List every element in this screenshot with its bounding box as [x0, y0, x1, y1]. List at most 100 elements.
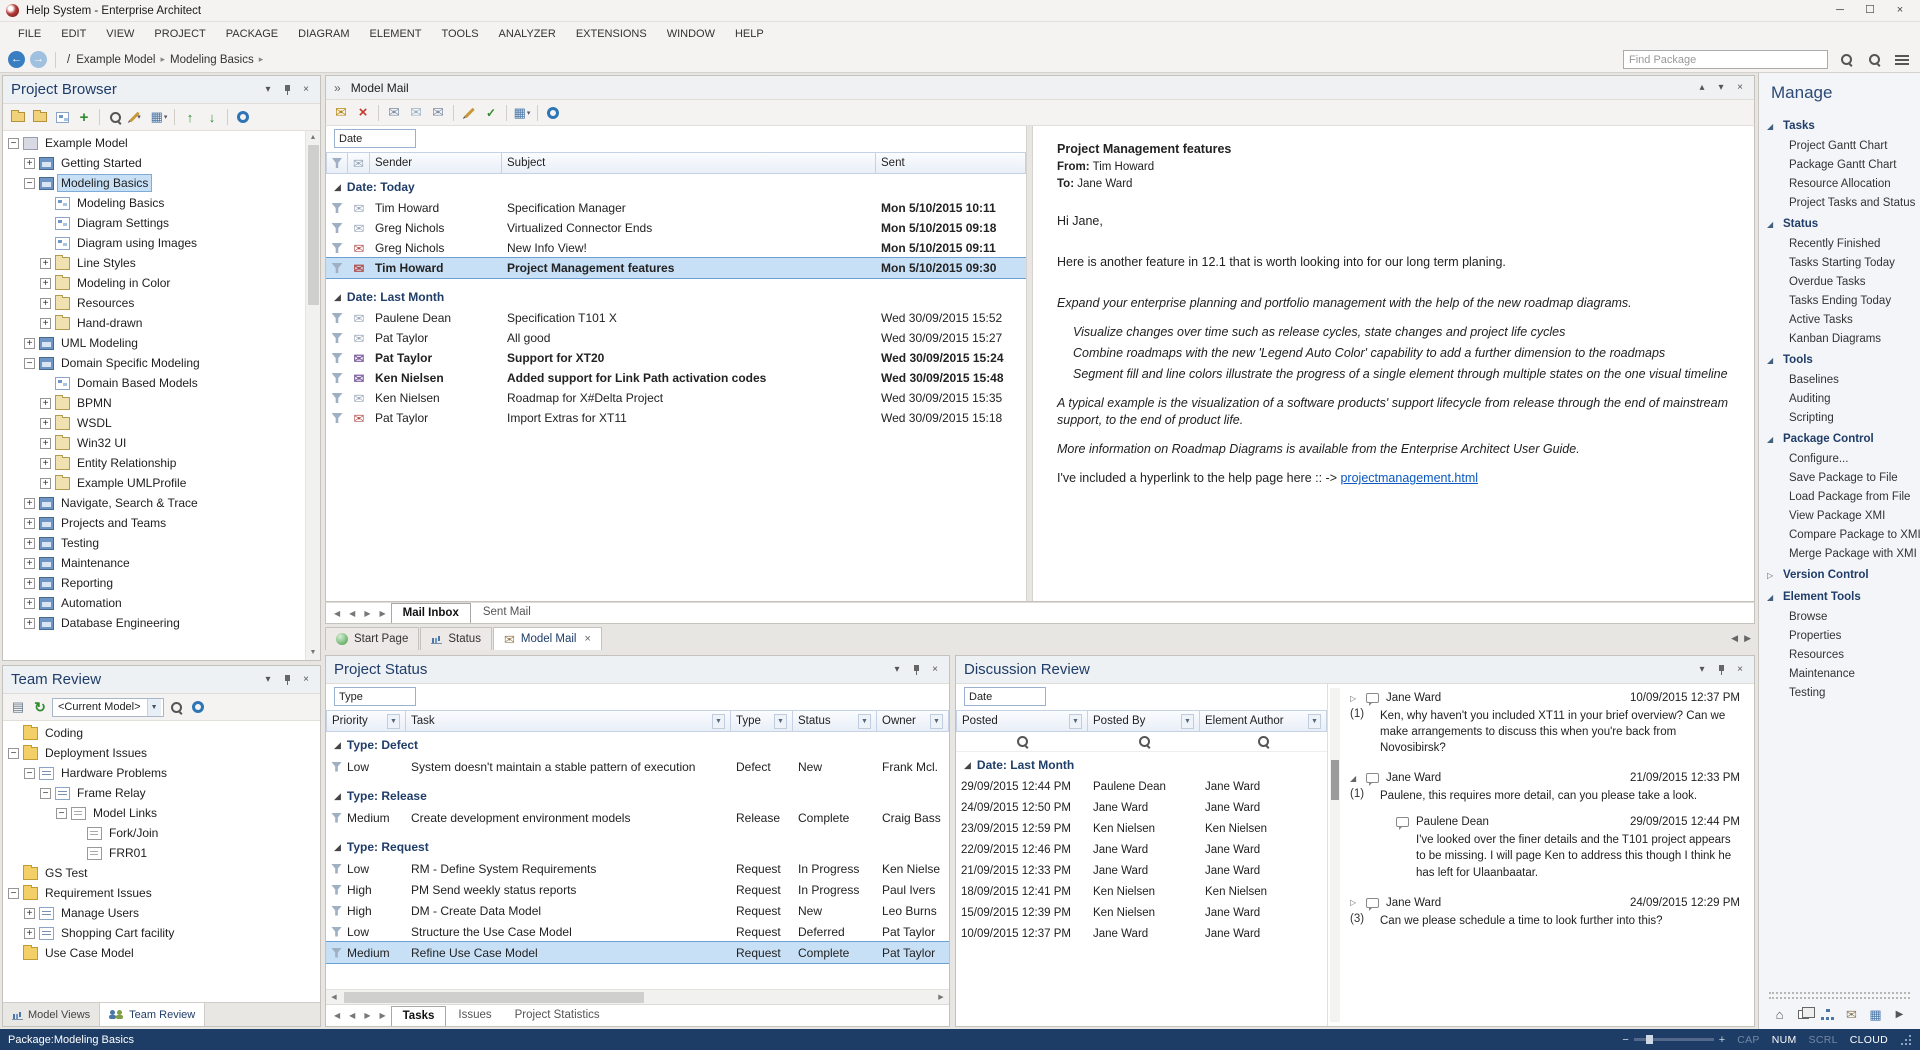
expand-icon[interactable]: +: [40, 458, 51, 469]
menu-extensions[interactable]: EXTENSIONS: [566, 22, 657, 47]
task-row[interactable]: LowSystem doesn't maintain a stable patt…: [326, 756, 949, 777]
zoom-track[interactable]: [1634, 1038, 1714, 1041]
project-browser-item-modeling-basics[interactable]: Modeling Basics: [3, 193, 320, 213]
manage-item-kanban-diagrams[interactable]: Kanban Diagrams: [1759, 330, 1920, 349]
edit-icon[interactable]: [459, 103, 479, 123]
splitter[interactable]: [1026, 126, 1033, 601]
menu-package[interactable]: PACKAGE: [216, 22, 288, 47]
zoom-thumb[interactable]: [1646, 1035, 1653, 1044]
close-button[interactable]: ×: [1886, 2, 1914, 20]
discussion-row[interactable]: 29/09/2015 12:44 PMPaulene DeanJane Ward: [956, 776, 1327, 797]
forward-button[interactable]: →: [30, 51, 47, 68]
status-group-header[interactable]: ◢Type: Request: [326, 836, 949, 858]
manage-item-overdue-tasks[interactable]: Overdue Tasks: [1759, 273, 1920, 292]
chevron-down-icon[interactable]: ▾: [1715, 82, 1727, 93]
task-row[interactable]: MediumCreate development environment mod…: [326, 807, 949, 828]
posted-column-header[interactable]: Posted▼: [956, 710, 1088, 732]
team-review-item-manage-users[interactable]: +Manage Users: [3, 903, 320, 923]
team-review-item-deployment-issues[interactable]: −Deployment Issues: [3, 743, 320, 763]
collapse-icon[interactable]: ▴: [1696, 82, 1708, 93]
expand-icon[interactable]: +: [24, 928, 35, 939]
menu-window[interactable]: WINDOW: [657, 22, 725, 47]
collapse-icon[interactable]: −: [24, 768, 35, 779]
edit-dropdown-icon[interactable]: ▾: [127, 107, 147, 127]
project-browser-item-projects-and-teams[interactable]: +Projects and Teams: [3, 513, 320, 533]
zoom-slider[interactable]: − +: [1622, 1034, 1725, 1046]
project-browser-item-domain-based-models[interactable]: Domain Based Models: [3, 373, 320, 393]
add-element-icon[interactable]: +: [74, 107, 94, 127]
search-icon[interactable]: [1836, 50, 1856, 70]
mail-row[interactable]: ✉Pat TaylorImport Extras for XT11Wed 30/…: [326, 408, 1026, 428]
manage-item-configure[interactable]: Configure...: [1759, 450, 1920, 469]
expand-icon[interactable]: +: [24, 618, 35, 629]
document-tab-model-mail[interactable]: ✉Model Mail×: [493, 627, 602, 650]
mail-icon[interactable]: ✉: [1844, 1007, 1859, 1022]
mail-row[interactable]: ✉Paulene DeanSpecification T101 XWed 30/…: [326, 308, 1026, 328]
filter-dropdown-icon[interactable]: ▼: [858, 714, 871, 729]
project-browser-item-example-model[interactable]: −Example Model: [3, 133, 320, 153]
resize-grip[interactable]: [1900, 1034, 1912, 1046]
scroll-right-icon[interactable]: ▶: [375, 609, 389, 618]
expand-icon[interactable]: +: [40, 318, 51, 329]
scrollbar-thumb[interactable]: [1331, 760, 1339, 800]
menu-project[interactable]: PROJECT: [144, 22, 215, 47]
task-row[interactable]: LowStructure the Use Case ModelRequestDe…: [326, 921, 949, 942]
menu-diagram[interactable]: DIAGRAM: [288, 22, 359, 47]
filter-dropdown-icon[interactable]: ▼: [774, 714, 787, 729]
new-mail-icon[interactable]: ✉: [331, 103, 351, 123]
post-header[interactable]: ▷Jane Ward24/09/2015 12:29 PM: [1350, 897, 1742, 909]
discussion-row[interactable]: 24/09/2015 12:50 PMJane WardJane Ward: [956, 797, 1327, 818]
hierarchy-icon[interactable]: [1820, 1007, 1835, 1022]
next-icon[interactable]: ▶: [1892, 1007, 1907, 1022]
manage-item-compare-package-to-xmi[interactable]: Compare Package to XMI: [1759, 526, 1920, 545]
scroll-left-icon[interactable]: ◀: [330, 1011, 344, 1020]
manage-item-view-package-xmi[interactable]: View Package XMI: [1759, 507, 1920, 526]
filter-dropdown-icon[interactable]: ▼: [1181, 714, 1194, 729]
manage-item-resource-allocation[interactable]: Resource Allocation: [1759, 175, 1920, 194]
team-review-item-model-links[interactable]: −Model Links: [3, 803, 320, 823]
manage-item-load-package-from-file[interactable]: Load Package from File: [1759, 488, 1920, 507]
posted-by-column-header[interactable]: Posted By▼: [1088, 710, 1200, 732]
hamburger-menu-icon[interactable]: [1892, 50, 1912, 70]
expand-icon[interactable]: +: [40, 438, 51, 449]
project-browser-item-getting-started[interactable]: +Getting Started: [3, 153, 320, 173]
project-browser-item-domain-specific-modeling[interactable]: −Domain Specific Modeling: [3, 353, 320, 373]
manage-item-tasks-ending-today[interactable]: Tasks Ending Today: [1759, 292, 1920, 311]
tab-model-views[interactable]: Model Views: [3, 1003, 100, 1026]
collapse-icon[interactable]: −: [8, 888, 19, 899]
scroll-left-icon[interactable]: ◀: [1731, 633, 1738, 644]
team-review-item-coding[interactable]: Coding: [3, 723, 320, 743]
project-browser-item-reporting[interactable]: +Reporting: [3, 573, 320, 593]
discussion-row[interactable]: 23/09/2015 12:59 PMKen NielsenKen Nielse…: [956, 818, 1327, 839]
reply-icon[interactable]: ✉: [384, 103, 404, 123]
collapse-icon[interactable]: −: [24, 358, 35, 369]
collapse-icon[interactable]: −: [24, 178, 35, 189]
team-review-item-fork-join[interactable]: Fork/Join: [3, 823, 320, 843]
expand-icon[interactable]: +: [24, 498, 35, 509]
tab-project-statistics[interactable]: Project Statistics: [504, 1006, 611, 1026]
menu-view[interactable]: VIEW: [96, 22, 144, 47]
expand-icon[interactable]: +: [40, 418, 51, 429]
manage-item-scripting[interactable]: Scripting: [1759, 409, 1920, 428]
chevron-down-icon[interactable]: ▾: [891, 664, 903, 675]
manage-section-status[interactable]: ◢Status: [1759, 213, 1920, 235]
expand-icon[interactable]: +: [40, 258, 51, 269]
close-icon[interactable]: ×: [1734, 82, 1746, 93]
manage-section-tasks[interactable]: ◢Tasks: [1759, 115, 1920, 137]
discussion-row[interactable]: 10/09/2015 12:37 PMJane WardJane Ward: [956, 923, 1327, 944]
tab-issues[interactable]: Issues: [447, 1006, 502, 1026]
scroll-right-icon[interactable]: ▶: [375, 1011, 389, 1020]
team-review-item-frame-relay[interactable]: −Frame Relay: [3, 783, 320, 803]
close-icon[interactable]: ×: [300, 84, 312, 95]
scrollbar-thumb[interactable]: [308, 145, 319, 305]
project-browser-item-modeling-basics[interactable]: −Modeling Basics: [3, 173, 320, 193]
project-browser-item-entity-relationship[interactable]: +Entity Relationship: [3, 453, 320, 473]
team-review-item-hardware-problems[interactable]: −Hardware Problems: [3, 763, 320, 783]
status-column-header[interactable]: Status▼: [793, 710, 877, 732]
manage-item-project-tasks-and-status[interactable]: Project Tasks and Status: [1759, 194, 1920, 213]
collapse-icon[interactable]: −: [8, 748, 19, 759]
add-diagram-icon[interactable]: [52, 107, 72, 127]
home-icon[interactable]: ⌂: [1772, 1007, 1787, 1022]
collapse-icon[interactable]: −: [40, 788, 51, 799]
expand-icon[interactable]: ▷: [1350, 898, 1359, 907]
